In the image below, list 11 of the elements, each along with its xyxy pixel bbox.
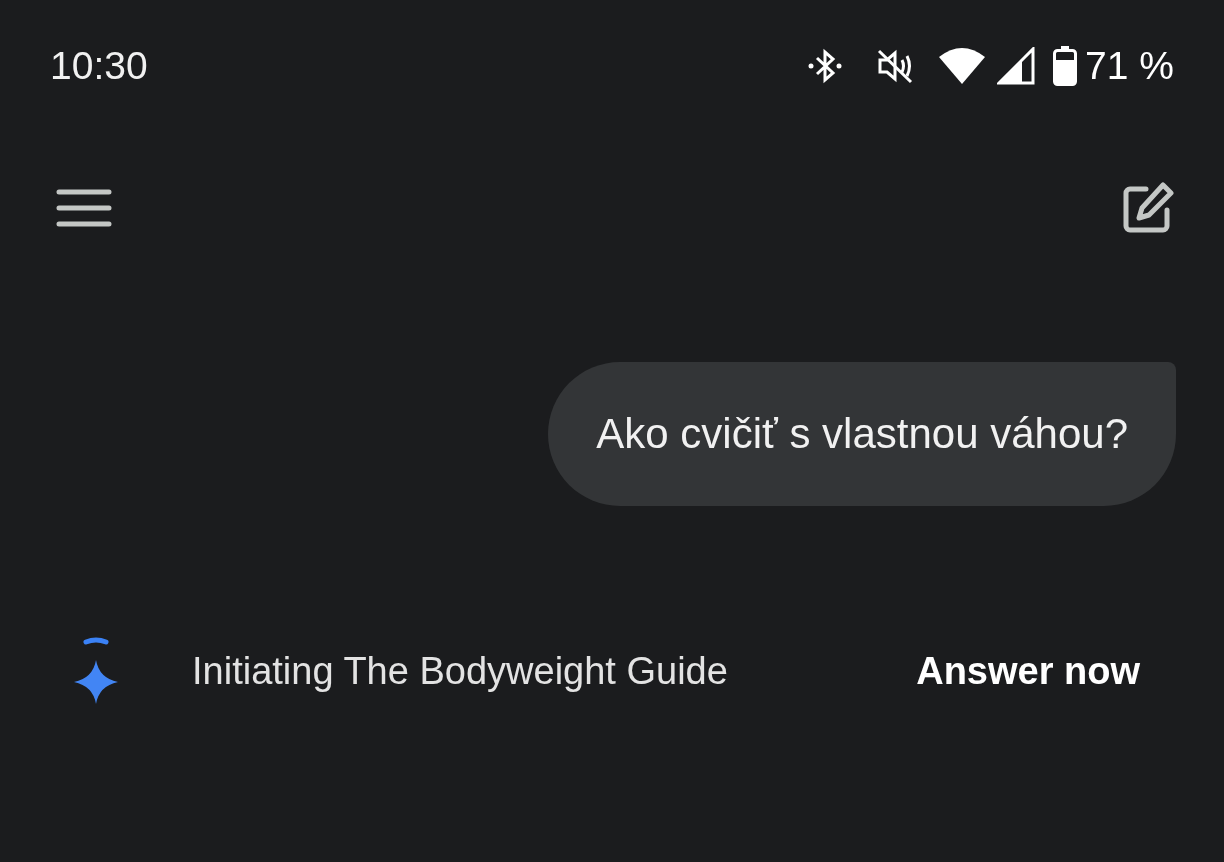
menu-icon[interactable]	[56, 188, 112, 228]
status-time: 10:30	[50, 42, 148, 89]
signal-icon	[997, 47, 1036, 85]
message-bubble: Ako cvičiť s vlastnou váhou?	[548, 362, 1176, 506]
status-text: Initiating The Bodyweight Guide	[192, 648, 728, 694]
wifi-icon	[939, 47, 986, 85]
bluetooth-icon	[807, 47, 844, 85]
battery-icon	[1053, 46, 1078, 86]
battery-percentage: 71 %	[1085, 42, 1174, 89]
edit-icon[interactable]	[1122, 182, 1174, 234]
answer-now-button[interactable]: Answer now	[916, 642, 1140, 700]
